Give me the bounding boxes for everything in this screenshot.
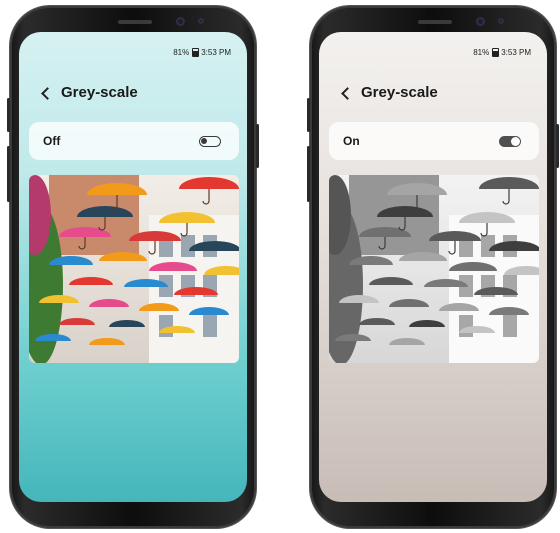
power-button[interactable] <box>556 124 559 168</box>
greyscale-setting-row[interactable]: Off <box>29 122 239 160</box>
front-camera-icon <box>476 17 485 26</box>
battery-percent: 81% <box>473 48 490 57</box>
preview-photo <box>329 175 539 363</box>
page-header: Grey-scale <box>41 84 138 101</box>
status-bar: 81% 3:53 PM <box>473 48 531 57</box>
page-title: Grey-scale <box>61 84 138 101</box>
earpiece-speaker <box>418 20 452 24</box>
phone-frame-greyscale: 81% 3:53 PM Grey-scale On <box>307 6 559 528</box>
umbrella-photo-image <box>329 175 539 363</box>
phone-screen: 81% 3:53 PM Grey-scale On <box>319 32 547 502</box>
battery-percent: 81% <box>173 48 190 57</box>
sensor-icon <box>498 18 504 24</box>
back-chevron-icon[interactable] <box>341 85 351 101</box>
toggle-knob <box>511 136 520 146</box>
status-time: 3:53 PM <box>201 48 231 57</box>
power-button[interactable] <box>256 124 259 168</box>
greyscale-toggle[interactable] <box>499 135 521 147</box>
sensor-icon <box>198 18 204 24</box>
greyscale-state-label: On <box>343 134 360 148</box>
status-time: 3:53 PM <box>501 48 531 57</box>
umbrella-photo-image <box>29 175 239 363</box>
volume-button[interactable] <box>7 98 10 132</box>
front-camera-icon <box>176 17 185 26</box>
greyscale-toggle[interactable] <box>199 135 221 147</box>
greyscale-state-label: Off <box>43 134 61 148</box>
bixby-button[interactable] <box>7 146 10 202</box>
volume-button[interactable] <box>307 98 310 132</box>
status-bar: 81% 3:53 PM <box>173 48 231 57</box>
page-title: Grey-scale <box>361 84 438 101</box>
phone-frame-colour: 81% 3:53 PM Grey-scale Off <box>7 6 259 528</box>
toggle-knob <box>201 137 207 144</box>
bixby-button[interactable] <box>307 146 310 202</box>
battery-icon <box>492 48 500 57</box>
back-chevron-icon[interactable] <box>41 85 51 101</box>
earpiece-speaker <box>118 20 152 24</box>
phone-screen: 81% 3:53 PM Grey-scale Off <box>19 32 247 502</box>
battery-icon <box>192 48 200 57</box>
preview-photo <box>29 175 239 363</box>
page-header: Grey-scale <box>341 84 438 101</box>
greyscale-setting-row[interactable]: On <box>329 122 539 160</box>
